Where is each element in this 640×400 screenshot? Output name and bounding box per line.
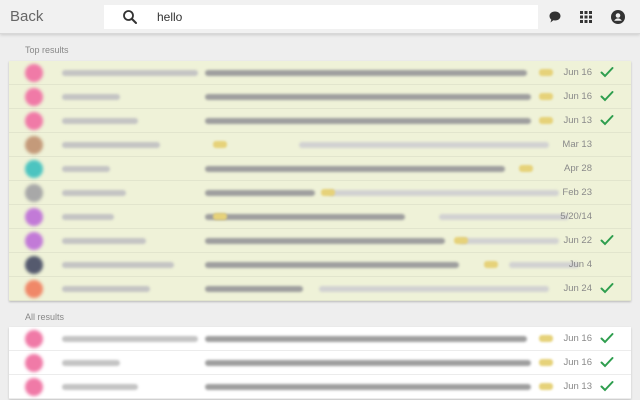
chat-bubble-icon[interactable]	[547, 9, 563, 25]
label-tag	[321, 189, 335, 196]
avatar	[25, 136, 43, 154]
sender-redacted	[62, 238, 146, 244]
sender-redacted	[62, 384, 138, 390]
sender-redacted	[62, 166, 110, 172]
sender-redacted	[62, 286, 150, 292]
avatar	[25, 88, 43, 106]
date-label: 5/20/14	[560, 211, 592, 222]
subject-redacted	[205, 70, 527, 76]
avatar	[25, 256, 43, 274]
subject-redacted	[205, 214, 405, 220]
top-results-label: Top results	[25, 45, 69, 55]
top-result-row[interactable]: Jun 13	[9, 109, 631, 133]
sender-redacted	[62, 118, 138, 124]
date-label: Jun 13	[563, 115, 592, 126]
search-input[interactable]	[157, 8, 517, 26]
snippet-redacted	[299, 142, 549, 148]
subject-redacted	[205, 262, 459, 268]
avatar	[25, 184, 43, 202]
date-label: Feb 23	[562, 187, 592, 198]
checkmark-icon	[600, 283, 614, 294]
search-box[interactable]	[104, 5, 538, 29]
top-result-row[interactable]: Feb 23	[9, 181, 631, 205]
checkmark-icon	[600, 115, 614, 126]
top-result-row[interactable]: Jun 16	[9, 61, 631, 85]
avatar	[25, 232, 43, 250]
top-bar: Back	[0, 0, 640, 34]
sender-redacted	[62, 190, 126, 196]
avatar	[25, 378, 43, 396]
top-result-row[interactable]: Jun 16	[9, 85, 631, 109]
snippet-redacted	[329, 190, 559, 196]
top-result-row[interactable]: Jun 24	[9, 277, 631, 301]
all-result-row[interactable]: Jun 16	[9, 327, 631, 351]
all-results-label: All results	[25, 312, 65, 322]
checkmark-icon	[600, 357, 614, 368]
date-label: Jun 4	[568, 259, 592, 270]
top-results-list: Jun 16 Jun 16 Jun 13 Mar 13 Apr 28 Feb 23 5/20…	[9, 61, 631, 301]
date-label: Jun 16	[563, 357, 592, 368]
back-button[interactable]: Back	[10, 8, 43, 25]
snippet-redacted	[319, 286, 549, 292]
subject-redacted	[205, 166, 505, 172]
top-result-row[interactable]: Apr 28	[9, 157, 631, 181]
subject-redacted	[205, 286, 303, 292]
top-result-row[interactable]: Jun 22	[9, 229, 631, 253]
date-label: Jun 13	[563, 381, 592, 392]
top-result-row[interactable]: 5/20/14	[9, 205, 631, 229]
date-label: Jun 16	[563, 91, 592, 102]
avatar	[25, 160, 43, 178]
search-icon[interactable]	[122, 9, 138, 25]
subject-redacted	[205, 238, 445, 244]
all-result-row[interactable]: Jun 13	[9, 375, 631, 399]
avatar	[25, 330, 43, 348]
sender-redacted	[62, 142, 160, 148]
subject-redacted	[205, 384, 531, 390]
date-label: Jun 16	[563, 67, 592, 78]
checkmark-icon	[600, 381, 614, 392]
all-results-list: Jun 16 Jun 16 Jun 13	[9, 327, 631, 399]
label-tag	[454, 237, 468, 244]
subject-redacted	[205, 190, 315, 196]
checkmark-icon	[600, 235, 614, 246]
avatar	[25, 208, 43, 226]
subject-redacted	[205, 118, 531, 124]
sender-redacted	[62, 262, 174, 268]
label-tag	[213, 213, 227, 220]
all-result-row[interactable]: Jun 16	[9, 351, 631, 375]
avatar	[25, 354, 43, 372]
sender-redacted	[62, 94, 120, 100]
subject-redacted	[205, 94, 531, 100]
checkmark-icon	[600, 91, 614, 102]
label-tag	[484, 261, 498, 268]
sender-redacted	[62, 214, 114, 220]
avatar	[25, 64, 43, 82]
date-label: Jun 24	[563, 283, 592, 294]
date-label: Jun 22	[563, 235, 592, 246]
sender-redacted	[62, 360, 120, 366]
date-label: Mar 13	[562, 139, 592, 150]
avatar	[25, 112, 43, 130]
top-result-row[interactable]: Mar 13	[9, 133, 631, 157]
label-tag	[213, 141, 227, 148]
label-tag	[519, 165, 533, 172]
sender-redacted	[62, 70, 198, 76]
date-label: Jun 16	[563, 333, 592, 344]
avatar	[25, 280, 43, 298]
apps-grid-icon[interactable]	[578, 9, 594, 25]
subject-redacted	[205, 336, 527, 342]
checkmark-icon	[600, 333, 614, 344]
sender-redacted	[62, 336, 198, 342]
checkmark-icon	[600, 67, 614, 78]
top-result-row[interactable]: Jun 4	[9, 253, 631, 277]
date-label: Apr 28	[564, 163, 592, 174]
subject-redacted	[205, 360, 531, 366]
account-icon[interactable]	[610, 9, 626, 25]
